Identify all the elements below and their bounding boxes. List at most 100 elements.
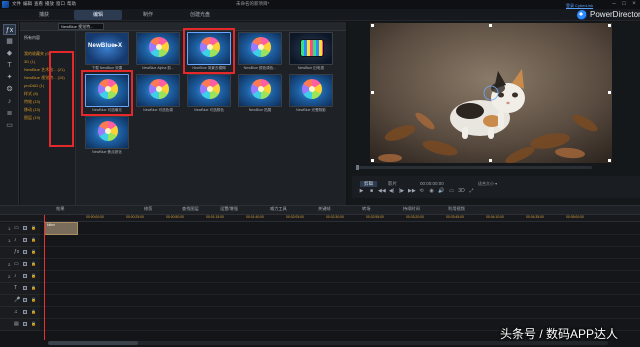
player-control-button[interactable]: 🔊 <box>438 188 445 194</box>
category-item[interactable]: 图层 (19) <box>24 115 40 121</box>
effect-label: NewBlue 焦点锐化 <box>92 150 122 154</box>
menu-window[interactable]: 窗口 <box>56 1 65 7</box>
player-control-button[interactable]: ◀◀ <box>378 188 386 194</box>
effect-thumbnail[interactable] <box>136 32 180 65</box>
effect-thumbnail[interactable] <box>187 74 231 107</box>
player-control-button[interactable]: ■ <box>368 188 375 194</box>
player-control-button[interactable]: ⟲ <box>418 188 425 194</box>
category-item[interactable]: proDAD (1) <box>24 83 44 88</box>
tab-create-disc[interactable]: 创建光盘 <box>182 10 218 20</box>
timeline-tool-button[interactable]: 关键帧 <box>318 206 331 212</box>
player-control-button[interactable]: ◉ <box>428 188 435 194</box>
seek-bar[interactable] <box>356 166 592 169</box>
track-lane[interactable] <box>40 295 640 307</box>
player-control-button[interactable]: |▶ <box>398 188 405 194</box>
seek-handle[interactable] <box>356 165 359 170</box>
timeline-tool-button[interactable]: 持续时间 <box>403 206 420 212</box>
particle-icon[interactable]: ❂ <box>3 84 16 95</box>
lock-icon[interactable]: 🔒 <box>31 225 36 230</box>
timeline-tool-button[interactable]: 设置/增强 <box>220 206 238 212</box>
lock-icon[interactable]: 🔒 <box>31 297 36 302</box>
minimize-button[interactable]: – <box>609 0 619 8</box>
pip-icon[interactable]: ✦ <box>3 72 16 83</box>
lock-icon[interactable]: 🔒 <box>31 273 36 278</box>
effect-thumbnail[interactable] <box>238 32 282 65</box>
old-tv-icon <box>300 39 324 57</box>
category-item[interactable]: 所有内容 <box>24 35 40 41</box>
preview-video-frame[interactable] <box>370 23 612 163</box>
fx-icon[interactable]: ƒx <box>3 24 16 35</box>
menu-view[interactable]: 查看 <box>34 1 43 7</box>
maximize-button[interactable]: □ <box>619 0 629 8</box>
track-enable-checkbox[interactable] <box>23 310 27 314</box>
effect-thumbnail[interactable] <box>238 74 282 107</box>
effect-thumbnail[interactable] <box>136 74 180 107</box>
track-enable-checkbox[interactable] <box>23 250 27 254</box>
lock-icon[interactable]: 🔒 <box>31 321 36 326</box>
player-control-button[interactable]: ◀| <box>388 188 395 194</box>
track-enable-checkbox[interactable] <box>23 226 27 230</box>
track-enable-checkbox[interactable] <box>23 298 27 302</box>
menu-play[interactable]: 播放 <box>45 1 54 7</box>
player-control-button[interactable]: 3D <box>458 188 465 194</box>
timeline-tool-button[interactable]: 转场 <box>362 206 370 212</box>
tab-edit[interactable]: 编辑 <box>74 10 122 20</box>
transition-icon[interactable]: ◆ <box>3 48 16 59</box>
category-item[interactable]: 特效 (15) <box>24 99 40 105</box>
track-enable-checkbox[interactable] <box>23 262 27 266</box>
track-enable-checkbox[interactable] <box>23 286 27 290</box>
tab-produce[interactable]: 制作 <box>134 10 162 20</box>
track-lane[interactable] <box>40 271 640 283</box>
track-lane[interactable] <box>40 283 640 295</box>
fit-size-dropdown[interactable]: 适合大小 ▾ <box>478 181 497 187</box>
category-item[interactable]: 3D (1) <box>24 59 35 64</box>
lock-icon[interactable]: 🔒 <box>31 249 36 254</box>
player-control-button[interactable]: ▭ <box>448 188 455 194</box>
timeline-scroll-thumb[interactable] <box>48 341 138 345</box>
subtitle-icon[interactable]: ▭ <box>3 120 16 131</box>
track-lane[interactable] <box>40 235 640 247</box>
player-control-button[interactable]: ▶ <box>358 188 365 194</box>
close-button[interactable]: × <box>629 0 639 8</box>
player-control-button[interactable]: ▶▶ <box>408 188 416 194</box>
category-item[interactable]: 样式 (8) <box>24 91 38 97</box>
timeline-tool-button[interactable]: 效果 <box>56 206 64 212</box>
effect-thumbnail[interactable] <box>289 74 333 107</box>
track-lane[interactable] <box>40 307 640 319</box>
track-lane[interactable] <box>40 247 640 259</box>
timeline-tool-button[interactable]: 修剪 <box>144 206 152 212</box>
player-control-button[interactable]: ⤢ <box>468 188 475 194</box>
effect-thumbnail[interactable]: NewBlue▸X <box>85 32 129 65</box>
category-item[interactable]: 我的收藏夹 (0) <box>24 51 50 57</box>
audio-icon[interactable]: ♪ <box>3 96 16 107</box>
lock-icon[interactable]: 🔒 <box>31 261 36 266</box>
movie-mode-button[interactable]: 影片 <box>384 181 401 187</box>
playhead[interactable] <box>44 215 45 340</box>
effect-thumbnail[interactable] <box>289 32 333 65</box>
effect-thumbnail[interactable] <box>85 116 129 149</box>
lock-icon[interactable]: 🔒 <box>31 285 36 290</box>
title-icon[interactable]: T <box>3 60 16 71</box>
track-enable-checkbox[interactable] <box>23 322 27 326</box>
menu-edit[interactable]: 编辑 <box>23 1 32 7</box>
lock-icon[interactable]: 🔒 <box>31 237 36 242</box>
ruler-tick-label: 00:00:00:00 <box>86 215 104 219</box>
video-clip[interactable]: kitten <box>44 222 78 235</box>
effect-category-dropdown[interactable]: NewBlue 视觉特... <box>58 23 104 30</box>
timeline-tool-button[interactable]: 利用视频 <box>448 206 465 212</box>
lock-icon[interactable]: 🔒 <box>31 309 36 314</box>
menu-help[interactable]: 帮助 <box>67 1 76 7</box>
menu-file[interactable]: 文件 <box>12 1 21 7</box>
category-item[interactable]: 移动 (15) <box>24 107 40 113</box>
chapter-icon[interactable]: ≣ <box>3 108 16 119</box>
timeline-tool-button[interactable]: 威力工具 <box>270 206 287 212</box>
tab-capture[interactable]: 捕获 <box>30 10 58 20</box>
track-enable-checkbox[interactable] <box>23 274 27 278</box>
timeline-tool-button[interactable]: 查找图层 <box>182 206 199 212</box>
timecode-display[interactable]: 00:00:00:00 <box>420 181 444 186</box>
track-lane[interactable] <box>40 259 640 271</box>
clip-mode-button[interactable]: 剪辑 <box>360 181 377 187</box>
media-icon[interactable]: ▦ <box>3 36 16 47</box>
track-enable-checkbox[interactable] <box>23 238 27 242</box>
track-lane[interactable] <box>40 223 640 235</box>
